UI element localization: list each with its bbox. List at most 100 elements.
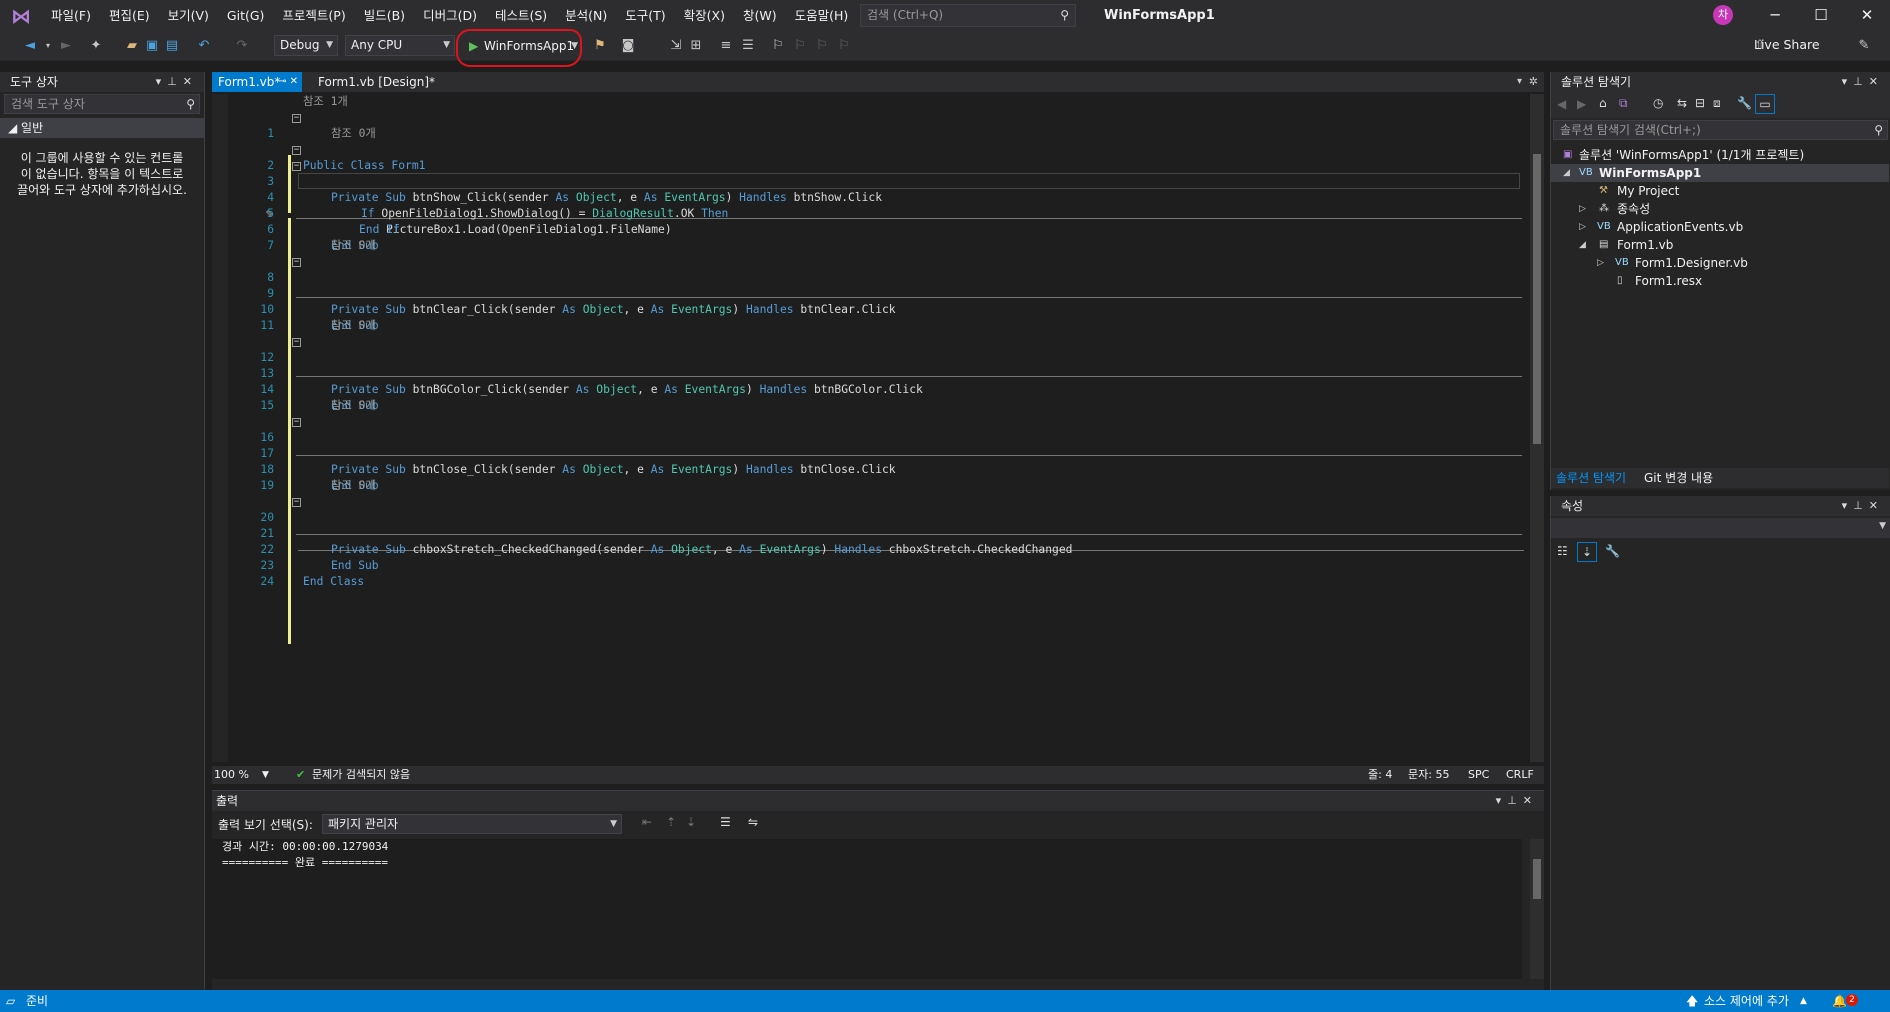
tree-item-solution[interactable]: ▣ 솔루션 'WinFormsApp1' (1/1개 프로젝트) bbox=[1551, 146, 1889, 164]
scrollbar-thumb[interactable] bbox=[1533, 154, 1541, 444]
chevron-down-icon[interactable]: ▼ bbox=[262, 766, 269, 784]
next-message-icon[interactable]: ⇣ bbox=[686, 815, 696, 829]
code-line[interactable]: 3 − If OpenFileDialog1.ShowDialog() = Di… bbox=[212, 158, 1522, 221]
code-line[interactable]: 20 − Private Sub chboxStretch_CheckedCha… bbox=[212, 494, 1522, 557]
code-line[interactable]: 1 − Public Class Form1 bbox=[212, 110, 1522, 173]
expanded-icon[interactable]: ◢ bbox=[1563, 164, 1570, 182]
output-vertical-scrollbar[interactable] bbox=[1530, 839, 1544, 979]
outdent-icon[interactable]: ≡ bbox=[718, 37, 734, 55]
preview-selected-icon[interactable]: ▭ bbox=[1755, 94, 1775, 114]
menu-analyze[interactable]: 분석(N) bbox=[556, 0, 616, 31]
forward-icon[interactable]: ▶ bbox=[1577, 97, 1586, 111]
tree-item-form1-resx[interactable]: ▯ Form1.resx bbox=[1551, 272, 1889, 290]
save-icon[interactable]: ▣ bbox=[144, 37, 160, 55]
tree-item-application-events[interactable]: ▷ VB ApplicationEvents.vb bbox=[1551, 218, 1889, 236]
step-icon[interactable]: ⇲ bbox=[668, 37, 684, 55]
code-editor[interactable]: 참조 1개 1 − Public Class Form1 참조 0개 2 − P… bbox=[212, 94, 1544, 784]
codelens[interactable]: 참조 0개 bbox=[212, 318, 1522, 334]
tab-overflow-icon[interactable]: ▾ bbox=[1517, 72, 1522, 92]
tab-solution-explorer[interactable]: 솔루션 탐색기 bbox=[1551, 468, 1631, 488]
back-icon[interactable]: ◀ bbox=[1557, 97, 1566, 111]
back-dropdown-icon[interactable]: ▾ bbox=[44, 37, 52, 55]
codelens[interactable]: 참조 1개 bbox=[212, 94, 1522, 110]
code-line[interactable]: 8 − Private Sub btnClear_Click(sender As… bbox=[212, 254, 1522, 317]
solution-search-input[interactable]: 솔루션 탐색기 검색(Ctrl+;) ⚲ bbox=[1553, 120, 1888, 140]
undo-icon[interactable]: ↶ bbox=[196, 37, 212, 55]
tree-item-project[interactable]: ◢ VB WinFormsApp1 bbox=[1551, 164, 1889, 182]
menu-file[interactable]: 파일(F) bbox=[42, 0, 100, 31]
minimize-icon[interactable]: ─ bbox=[1752, 0, 1798, 31]
indent-icon[interactable]: ☰ bbox=[740, 37, 756, 55]
property-pages-wrench-icon[interactable]: 🔧 bbox=[1605, 544, 1620, 558]
prev-bookmark-icon[interactable]: ⚐ bbox=[792, 37, 808, 55]
switch-views-icon[interactable]: ⧉ bbox=[1619, 96, 1628, 111]
codelens[interactable]: 참조 0개 bbox=[212, 398, 1522, 414]
open-folder-icon[interactable]: ▰ bbox=[124, 37, 140, 55]
configuration-select[interactable]: Debug ▼ bbox=[274, 35, 338, 56]
menu-edit[interactable]: 편집(E) bbox=[100, 0, 159, 31]
layout-icon[interactable]: ⊞ bbox=[688, 37, 704, 55]
code-line[interactable]: 7 bbox=[212, 222, 1522, 252]
add-to-source-control-button[interactable]: 소스 제어에 추가 bbox=[1704, 990, 1789, 1012]
code-line[interactable]: 22 End Sub bbox=[212, 526, 1522, 572]
hot-reload-icon[interactable]: ◙ bbox=[620, 37, 636, 55]
menu-project[interactable]: 프로젝트(P) bbox=[273, 0, 354, 31]
properties-wrench-icon[interactable]: 🔧 bbox=[1737, 96, 1752, 110]
notification-bell-icon[interactable]: 🔔 bbox=[1832, 990, 1847, 1012]
codelens[interactable]: 참조 0개 bbox=[212, 238, 1522, 254]
code-line[interactable]: 24 bbox=[212, 558, 1522, 588]
line-ending[interactable]: CRLF bbox=[1506, 766, 1534, 784]
issues-status[interactable]: 문제가 검색되지 않음 bbox=[312, 766, 410, 784]
collapse-icon[interactable]: − bbox=[292, 162, 301, 171]
toolbox-search-input[interactable]: 검색 도구 상자 ⚲ bbox=[4, 94, 200, 114]
menu-git[interactable]: Git(G) bbox=[218, 0, 274, 31]
code-line[interactable]: 19 bbox=[212, 462, 1522, 492]
pin-icon[interactable]: ⊸ ✕ bbox=[278, 72, 298, 92]
code-line[interactable]: 11 bbox=[212, 302, 1522, 332]
code-line[interactable]: 17 bbox=[212, 430, 1522, 460]
categorized-icon[interactable]: ☷ bbox=[1557, 544, 1568, 558]
avatar[interactable]: 차 bbox=[1713, 5, 1733, 25]
collapsed-icon[interactable]: ▷ bbox=[1579, 218, 1586, 236]
alphabetical-icon[interactable]: ⇣ bbox=[1577, 542, 1597, 562]
collapse-icon[interactable]: − bbox=[292, 114, 301, 123]
tab-form1-vb[interactable]: Form1.vb* ⊸ ✕ bbox=[212, 72, 302, 92]
code-line[interactable]: 10 End Sub bbox=[212, 286, 1522, 332]
scrollbar-thumb[interactable] bbox=[1533, 859, 1541, 899]
tab-git-changes[interactable]: Git 변경 내용 bbox=[1639, 468, 1718, 488]
code-line[interactable]: 15 bbox=[212, 382, 1522, 412]
show-all-files-icon[interactable]: ⧈ bbox=[1713, 96, 1721, 111]
code-line[interactable]: 16 − Private Sub btnClose_Click(sender A… bbox=[212, 414, 1522, 477]
back-icon[interactable]: ◄ bbox=[22, 37, 38, 55]
code-line[interactable]: 23 End Class bbox=[212, 542, 1522, 588]
properties-object-select[interactable]: ▼ bbox=[1551, 518, 1890, 538]
code-line[interactable]: 9 bbox=[212, 270, 1522, 300]
word-wrap-icon[interactable]: ⇋ bbox=[748, 815, 758, 829]
menu-tools[interactable]: 도구(T) bbox=[616, 0, 674, 31]
collapse-icon[interactable]: − bbox=[292, 418, 301, 427]
collapsed-icon[interactable]: ▷ bbox=[1597, 254, 1604, 272]
tree-item-my-project[interactable]: ⚒ My Project bbox=[1551, 182, 1889, 200]
output-source-select[interactable]: 패키지 관리자 ▼ bbox=[322, 814, 622, 834]
collapse-icon[interactable]: − bbox=[292, 258, 301, 267]
menu-debug[interactable]: 디버그(D) bbox=[414, 0, 486, 31]
forward-icon[interactable]: ► bbox=[58, 37, 74, 55]
home-icon[interactable]: ⌂ bbox=[1599, 96, 1607, 110]
pending-changes-icon[interactable]: ◷ bbox=[1653, 96, 1663, 110]
code-line[interactable]: 6 End Sub bbox=[212, 206, 1522, 252]
menu-extensions[interactable]: 확장(X) bbox=[675, 0, 734, 31]
collapse-icon[interactable]: − bbox=[292, 338, 301, 347]
settings-gear-icon[interactable]: ✲ bbox=[1529, 72, 1538, 92]
codelens[interactable]: 참조 0개 bbox=[212, 126, 1522, 142]
tab-form1-design[interactable]: Form1.vb [Design]* bbox=[312, 72, 441, 92]
collapsed-icon[interactable]: ▷ bbox=[1579, 200, 1586, 218]
global-search-input[interactable]: 검색 (Ctrl+Q) ⚲ bbox=[860, 4, 1076, 27]
code-line[interactable]: 18 End Sub bbox=[212, 446, 1522, 492]
code-line[interactable]: 21 bbox=[212, 510, 1522, 540]
panel-controls-icon[interactable]: ▾⊥✕ bbox=[1496, 791, 1538, 811]
collapse-all-icon[interactable]: ⊟ bbox=[1695, 96, 1705, 110]
menu-window[interactable]: 창(W) bbox=[734, 0, 786, 31]
clear-all-icon[interactable]: ☰ bbox=[720, 815, 731, 829]
code-line[interactable]: 12 − Private Sub btnBGColor_Click(sender… bbox=[212, 334, 1522, 397]
prev-message-icon[interactable]: ⇡ bbox=[666, 815, 676, 829]
